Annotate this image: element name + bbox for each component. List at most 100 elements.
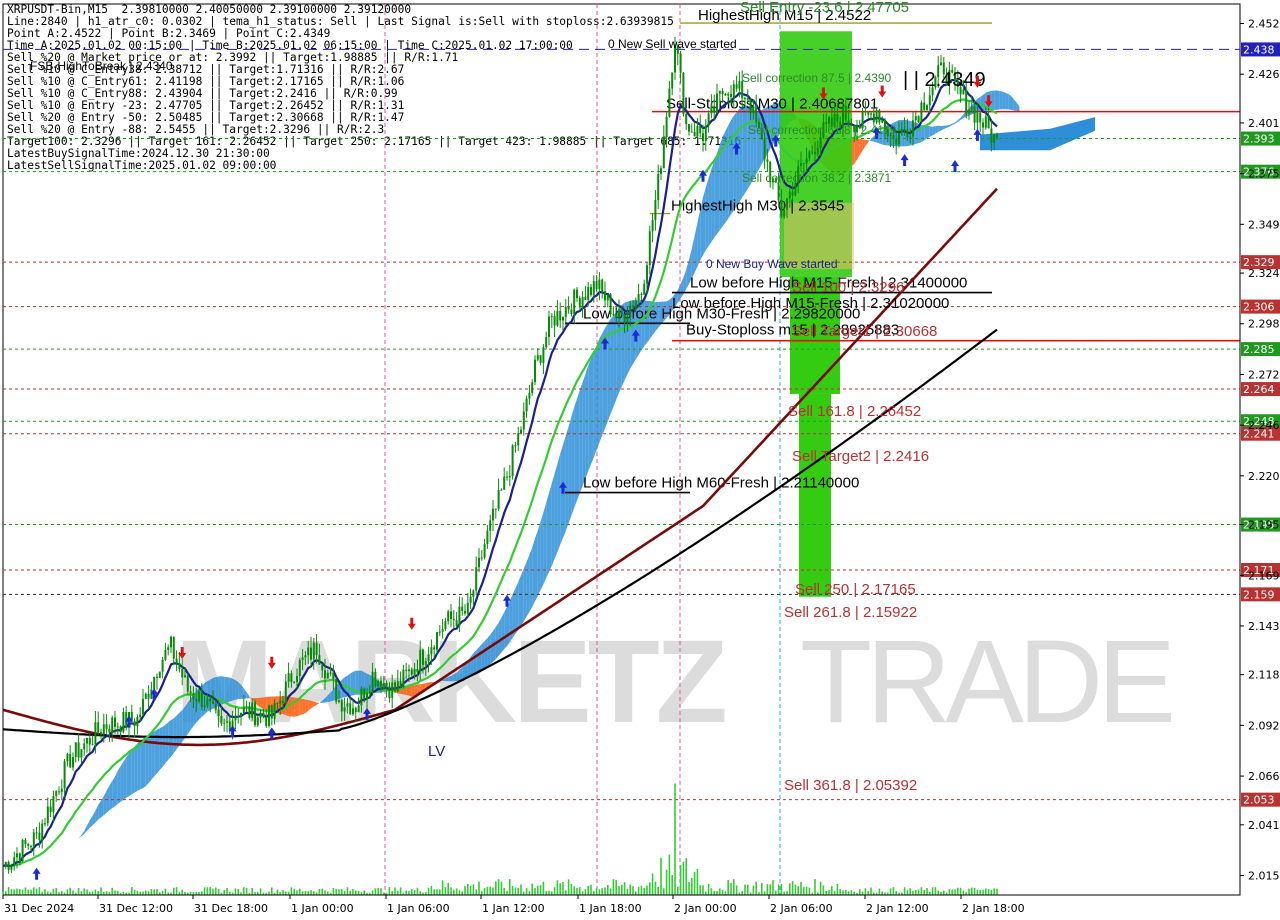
candle-body [447, 611, 450, 622]
candle-body [895, 138, 898, 145]
volume-bar [934, 887, 937, 895]
volume-bar [979, 889, 981, 895]
volume-bar [850, 890, 853, 895]
x-tick-label: 2 Jan 06:00 [770, 902, 833, 915]
volume-bar [973, 887, 976, 895]
candle-body [679, 53, 682, 73]
candle-body [293, 681, 296, 683]
volume-bar [5, 891, 7, 895]
volume-bar [525, 888, 528, 895]
cloud-segment [120, 761, 124, 802]
candle-body [665, 116, 668, 137]
candle-body [251, 702, 254, 718]
cloud-segment [288, 696, 292, 717]
cloud-segment [36, 862, 40, 864]
cloud-segment [535, 530, 538, 602]
cloud-segment [50, 855, 54, 857]
cloud-segment [927, 125, 930, 139]
cloud-segment [148, 732, 152, 784]
candle-body [156, 676, 158, 678]
candle-body [926, 105, 928, 110]
candle-body [634, 300, 637, 308]
volume-bar [814, 879, 816, 895]
cloud-segment [87, 820, 90, 831]
volume-bar [80, 891, 83, 895]
candle-body [427, 654, 430, 662]
cloud-segment [1002, 91, 1006, 110]
volume-bar [447, 882, 449, 895]
candle-body [777, 182, 780, 201]
volume-bar [307, 891, 309, 895]
price-tag-label: 2.306 [1243, 301, 1275, 314]
price-chart[interactable]: MARKETZ TRADEHighestHigh M15 | 2.45222.43… [0, 0, 1280, 920]
candle-body [928, 95, 931, 106]
candle-body [903, 128, 906, 131]
cloud-segment [501, 612, 505, 653]
candle-body [909, 136, 912, 138]
cloud-segment [929, 126, 933, 137]
cloud-segment [232, 678, 236, 701]
candle-body [578, 298, 581, 308]
volume-bar [509, 879, 511, 895]
annotation-label: Sell 261.8 | 2.15922 [784, 604, 917, 621]
annotation-label: 0 New Buy Wave started [706, 257, 838, 271]
volume-bar [537, 885, 539, 895]
volume-bar [349, 890, 351, 895]
candle-body [654, 199, 657, 221]
candle-body [203, 705, 206, 708]
candle-body [119, 726, 122, 733]
cloud-segment [610, 315, 614, 414]
cloud-segment [481, 641, 485, 671]
volume-bar [702, 885, 704, 895]
candle-body [287, 673, 290, 682]
volume-bar [612, 879, 615, 895]
watermark-text-2: TRADE [800, 616, 1171, 748]
candle-body [133, 721, 136, 727]
cloud-segment [28, 863, 31, 866]
volume-bar [562, 882, 564, 895]
cloud-segment [185, 702, 188, 738]
candle-body [587, 286, 590, 300]
candle-body [668, 88, 671, 117]
volume-bar [931, 887, 934, 895]
candle-body [195, 699, 198, 702]
volume-bar [453, 889, 455, 895]
candle-body [396, 681, 399, 692]
volume-bar [735, 885, 738, 895]
cloud-segment [75, 838, 79, 841]
candle-body [917, 116, 920, 122]
buy-signal-arrow-icon [32, 867, 41, 880]
cloud-segment [140, 738, 143, 790]
x-tick-label: 1 Jan 12:00 [482, 902, 545, 915]
candle-body [7, 861, 10, 870]
candle-body [581, 297, 584, 308]
volume-bar [293, 888, 295, 895]
cloud-segment [47, 856, 51, 858]
volume-bar [968, 888, 970, 895]
volume-bar [909, 888, 911, 895]
candle-body [534, 359, 536, 383]
candle-body [525, 398, 528, 412]
volume-bar [399, 887, 402, 895]
y-tick-label: 2.375 [1248, 168, 1280, 181]
cloud-segment [25, 863, 29, 866]
cloud-segment [574, 398, 577, 508]
volume-bar [156, 889, 158, 895]
candle-body [167, 647, 170, 650]
volume-bar [682, 861, 685, 895]
volume-bar [943, 890, 945, 895]
cloud-segment [106, 785, 110, 813]
cloud-segment [949, 123, 953, 127]
candle-body [550, 316, 553, 318]
cloud-segment [479, 644, 482, 674]
volume-bar [761, 882, 763, 895]
candle-body [164, 649, 167, 660]
volume-bar [313, 891, 315, 895]
volume-bar [783, 891, 785, 895]
candle-body [783, 209, 786, 217]
candle-body [161, 659, 164, 672]
volume-bar [405, 890, 407, 895]
volume-bar [511, 886, 514, 895]
candle-body [494, 508, 497, 510]
cloud-segment [994, 90, 997, 110]
